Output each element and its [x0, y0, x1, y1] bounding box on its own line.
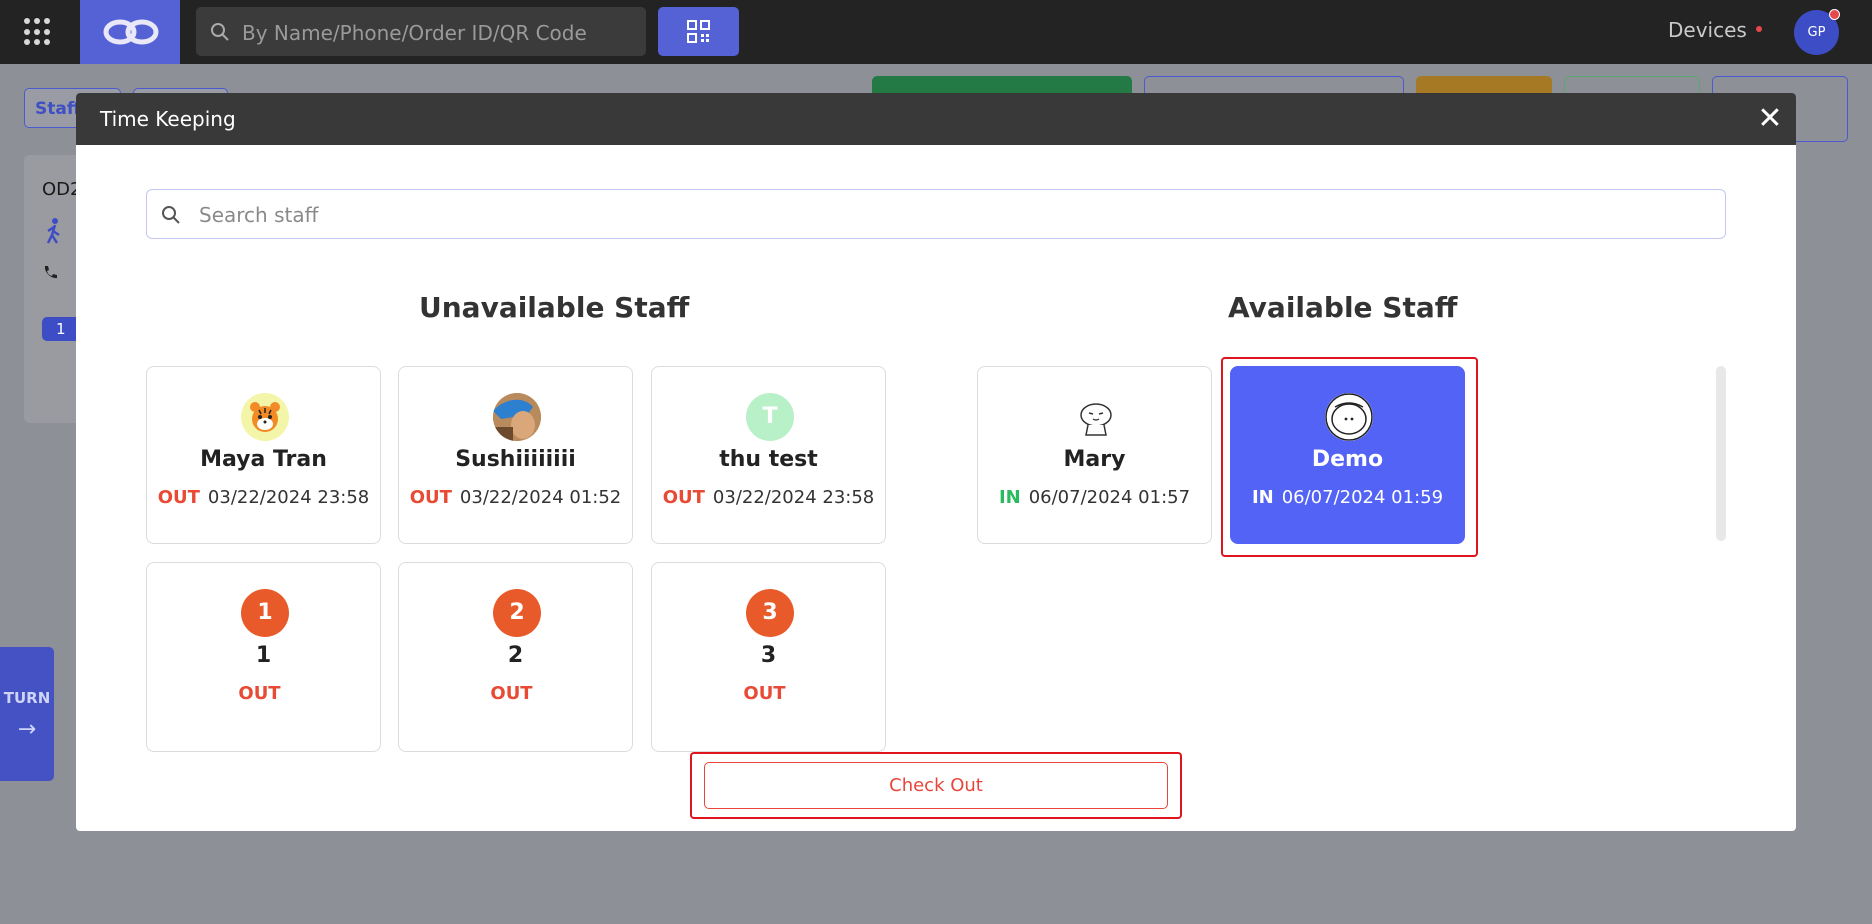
- staff-time: 03/22/2024 23:58: [207, 487, 370, 508]
- global-search[interactable]: [196, 7, 646, 58]
- avatar-notification-dot: [1829, 9, 1840, 20]
- modal-title: Time Keeping: [100, 107, 236, 131]
- unavailable-staff-title: Unavailable Staff: [419, 291, 690, 324]
- staff-time: 03/22/2024 01:52: [459, 487, 622, 508]
- qr-code-icon: [687, 20, 710, 43]
- search-icon: [161, 205, 181, 229]
- cartoon-face-avatar: [1325, 393, 1373, 441]
- staff-name: 2: [507, 643, 524, 668]
- staff-time: 06/07/2024 01:59: [1281, 487, 1444, 508]
- staff-name: Mary: [1063, 447, 1126, 472]
- staff-card[interactable]: Mary IN 06/07/2024 01:57: [977, 366, 1212, 544]
- staff-search[interactable]: [146, 189, 1726, 240]
- staff-name: thu test: [719, 447, 818, 472]
- staff-card[interactable]: 2 2 OUT: [398, 562, 633, 752]
- tiger-avatar: [241, 393, 289, 441]
- staff-status-row: OUT 03/22/2024 23:58: [652, 487, 885, 508]
- staff-status: OUT: [662, 487, 705, 508]
- apps-grid-icon[interactable]: [24, 18, 52, 46]
- staff-status: OUT: [238, 683, 281, 704]
- walk-icon: [46, 218, 60, 244]
- staff-status: OUT: [409, 487, 452, 508]
- staff-card[interactable]: Sushiiiiiiii OUT 03/22/2024 01:52: [398, 366, 633, 544]
- staff-name: Maya Tran: [200, 447, 327, 472]
- cartoon-avatar: [1072, 393, 1120, 441]
- turn-label: TURN: [3, 689, 51, 707]
- modal-header: Time Keeping ✕: [76, 93, 1796, 145]
- staff-status-row: IN 06/07/2024 01:59: [1231, 487, 1464, 508]
- time-keeping-modal: Time Keeping ✕ Unavailable Staff Availab…: [76, 93, 1796, 831]
- qr-scan-button[interactable]: [658, 7, 739, 56]
- number-avatar: 3: [746, 589, 794, 637]
- photo-avatar: [493, 393, 541, 441]
- logo-icon[interactable]: [80, 0, 180, 64]
- check-out-button[interactable]: Check Out: [704, 762, 1168, 809]
- letter-avatar: T: [746, 393, 794, 441]
- staff-status-row: OUT 03/22/2024 01:52: [399, 487, 632, 508]
- staff-name: Demo: [1311, 447, 1384, 472]
- staff-status: OUT: [157, 487, 200, 508]
- staff-time: 06/07/2024 01:57: [1028, 487, 1191, 508]
- staff-name: 3: [760, 643, 777, 668]
- staff-status-row: OUT: [652, 683, 885, 704]
- arrow-right-icon: →: [17, 717, 37, 742]
- staff-status: IN: [1251, 487, 1274, 508]
- background-order-card: OD2 1: [24, 155, 84, 423]
- staff-card[interactable]: 3 3 OUT: [651, 562, 886, 752]
- staff-status-row: OUT: [399, 683, 632, 704]
- close-icon[interactable]: ✕: [1754, 103, 1786, 135]
- devices-link[interactable]: Devices: [1668, 18, 1747, 42]
- devices-notification-dot: [1756, 26, 1762, 32]
- staff-card[interactable]: 1 1 OUT: [146, 562, 381, 752]
- staff-status-row: IN 06/07/2024 01:57: [978, 487, 1211, 508]
- staff-card[interactable]: Maya Tran OUT 03/22/2024 23:58: [146, 366, 381, 544]
- staff-card[interactable]: T thu test OUT 03/22/2024 23:58: [651, 366, 886, 544]
- staff-status: OUT: [490, 683, 533, 704]
- staff-status: IN: [998, 487, 1021, 508]
- available-staff-title: Available Staff: [1228, 291, 1458, 324]
- turn-button: TURN →: [0, 647, 54, 781]
- global-search-input[interactable]: [240, 7, 634, 58]
- staff-name: Sushiiiiiiii: [455, 447, 576, 472]
- staff-name: 1: [255, 643, 272, 668]
- staff-time: 03/22/2024 23:58: [712, 487, 875, 508]
- staff-card-selected[interactable]: Demo IN 06/07/2024 01:59: [1230, 366, 1465, 544]
- available-staff-scrollbar[interactable]: [1716, 366, 1726, 541]
- staff-search-input[interactable]: [197, 190, 1701, 240]
- staff-status-row: OUT 03/22/2024 23:58: [147, 487, 380, 508]
- number-avatar: 2: [493, 589, 541, 637]
- phone-icon: [44, 266, 57, 279]
- staff-status-row: OUT: [147, 683, 380, 704]
- staff-status: OUT: [743, 683, 786, 704]
- top-bar: Devices GP: [0, 0, 1872, 64]
- number-avatar: 1: [241, 589, 289, 637]
- search-icon: [210, 22, 230, 46]
